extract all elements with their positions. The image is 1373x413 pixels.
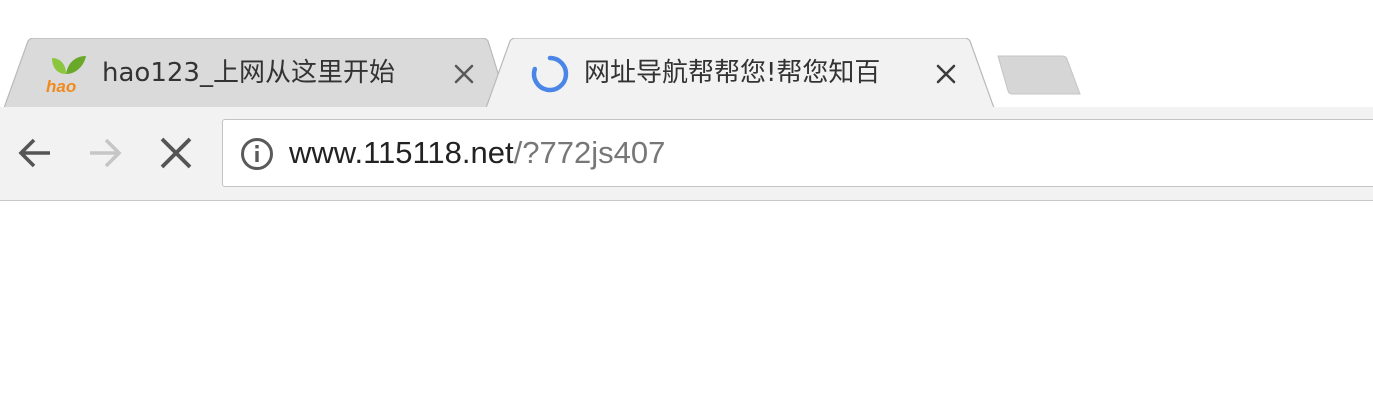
hao-logo-text: hao: [46, 77, 76, 94]
browser-toolbar: www.115118.net/?772js407: [0, 107, 1373, 201]
tab-hao123[interactable]: hao hao123_上网从这里开始: [4, 38, 502, 108]
hao123-leaf-icon: hao: [44, 54, 88, 94]
address-bar[interactable]: www.115118.net/?772js407: [222, 119, 1373, 187]
tab-active-115118[interactable]: 网址导航帮帮您!帮您知百: [486, 38, 1006, 108]
new-tab-button[interactable]: [996, 54, 1082, 96]
info-icon[interactable]: [239, 136, 275, 172]
url-text[interactable]: www.115118.net/?772js407: [289, 132, 665, 174]
tab-strip: hao hao123_上网从这里开始 网址导航帮帮您!帮您知百: [0, 0, 1373, 108]
tab-title: hao123_上网从这里开始: [102, 58, 395, 88]
stop-x-icon: [160, 137, 192, 169]
forward-button[interactable]: [84, 131, 128, 175]
url-path: /?772js407: [513, 135, 666, 170]
back-button[interactable]: [14, 131, 58, 175]
close-icon[interactable]: [450, 60, 478, 88]
arrow-right-icon: [90, 138, 122, 168]
page-content: [0, 202, 1373, 413]
arrow-left-icon: [18, 138, 50, 168]
stop-button[interactable]: [154, 131, 198, 175]
loading-spinner-icon: [528, 54, 572, 94]
tab-title: 网址导航帮帮您!帮您知百: [584, 58, 881, 88]
close-icon[interactable]: [932, 60, 960, 88]
browser-window: hao hao123_上网从这里开始 网址导航帮帮您!帮您知百 www.1151…: [0, 0, 1373, 413]
url-host: www.115118.net: [289, 135, 514, 170]
